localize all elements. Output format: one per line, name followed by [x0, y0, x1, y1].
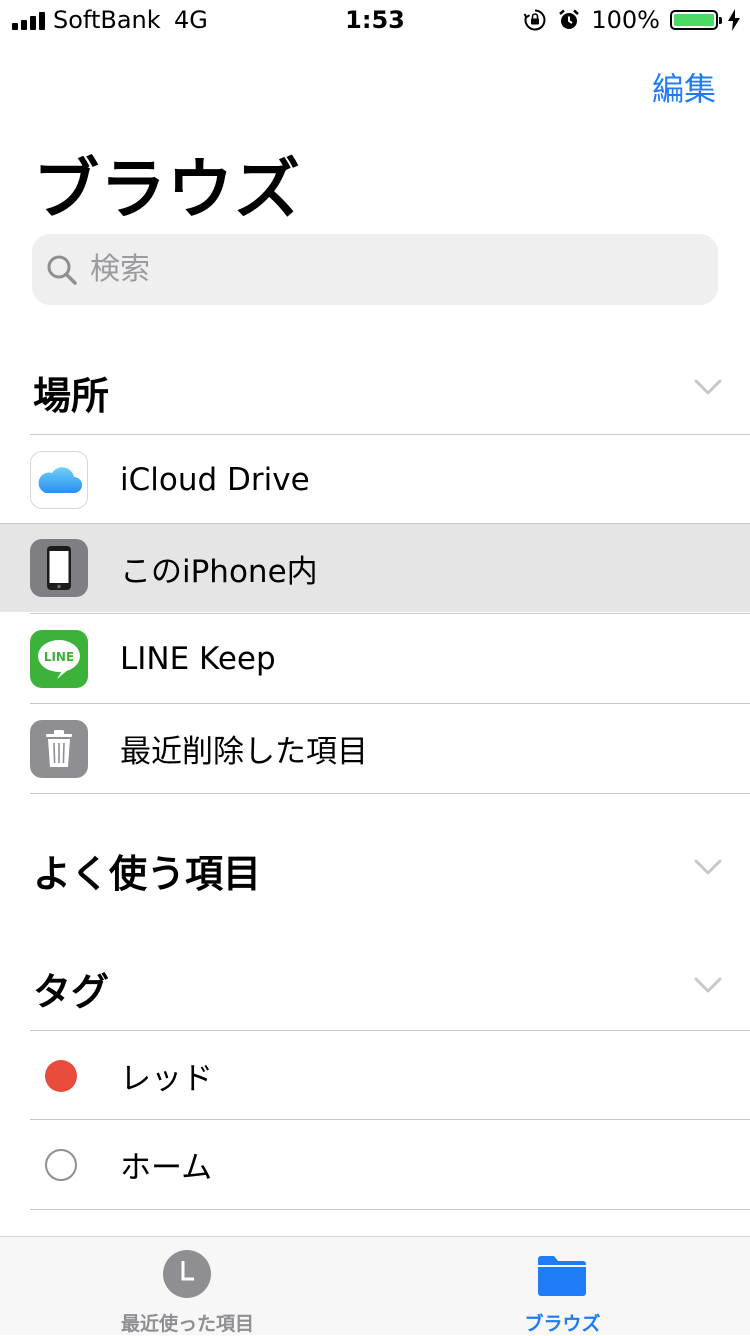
tag-dot-wrapper [30, 1148, 92, 1181]
tag-item-label: ホーム [120, 1150, 213, 1186]
tab-browse[interactable]: ブラウズ [375, 1237, 750, 1335]
clock-icon [163, 1250, 211, 1298]
location-item-label: iCloud Drive [120, 461, 310, 498]
chevron-down-icon[interactable] [694, 378, 722, 396]
red-tag-icon [45, 1059, 77, 1092]
divider [30, 1209, 750, 1210]
section-title-favorites: よく使う項目 [33, 852, 262, 896]
line-icon: LINE [30, 629, 88, 688]
iphone-icon [30, 539, 88, 597]
search-bar[interactable] [32, 234, 718, 305]
orientation-lock-icon [524, 9, 546, 31]
section-header-tags[interactable]: タグ [0, 946, 750, 1026]
section-title-locations: 場所 [33, 374, 110, 418]
section-title-tags: タグ [33, 970, 110, 1014]
page-title: ブラウズ [33, 151, 301, 228]
search-icon [47, 255, 77, 285]
tab-label: ブラウズ [524, 1313, 601, 1335]
section-header-favorites[interactable]: よく使う項目 [0, 828, 750, 908]
section-header-locations[interactable]: 場所 [0, 350, 750, 430]
chevron-down-icon[interactable] [694, 858, 722, 876]
alarm-icon [559, 9, 580, 29]
edit-button[interactable]: 編集 [652, 64, 716, 110]
tag-item-red[interactable]: レッド [30, 1030, 750, 1120]
tag-item-label: レッド [120, 1061, 213, 1097]
icloud-icon [30, 450, 88, 509]
status-bar: SoftBank 4G 1:53 100% [0, 0, 750, 40]
empty-tag-icon [45, 1148, 77, 1181]
location-item-recently-deleted[interactable]: 最近削除した項目 [30, 703, 750, 793]
location-item-label: LINE Keep [120, 640, 276, 677]
trash-icon [30, 719, 88, 778]
folder-icon [538, 1256, 586, 1296]
location-item-label: このiPhone内 [120, 553, 318, 590]
location-item-line-keep[interactable]: LINE LINE Keep [30, 613, 750, 703]
charging-icon [728, 9, 740, 31]
tag-dot-wrapper [30, 1059, 92, 1092]
location-item-icloud-drive[interactable]: iCloud Drive [30, 434, 750, 524]
location-item-label: 最近削除した項目 [120, 734, 368, 770]
battery-percentage: 100% [591, 6, 660, 34]
location-item-this-iphone[interactable]: このiPhone内 [0, 523, 750, 612]
tag-item-home[interactable]: ホーム [30, 1119, 750, 1209]
status-right: 100% [523, 4, 740, 36]
tab-label: 最近使った項目 [120, 1313, 254, 1335]
chevron-down-icon[interactable] [694, 976, 722, 994]
line-logo-text: LINE [44, 650, 74, 664]
search-input[interactable] [88, 251, 692, 288]
tab-recents[interactable]: 最近使った項目 [0, 1237, 375, 1335]
tab-bar: 最近使った項目 ブラウズ [0, 1236, 750, 1335]
divider [30, 793, 750, 794]
battery-icon [670, 10, 722, 30]
